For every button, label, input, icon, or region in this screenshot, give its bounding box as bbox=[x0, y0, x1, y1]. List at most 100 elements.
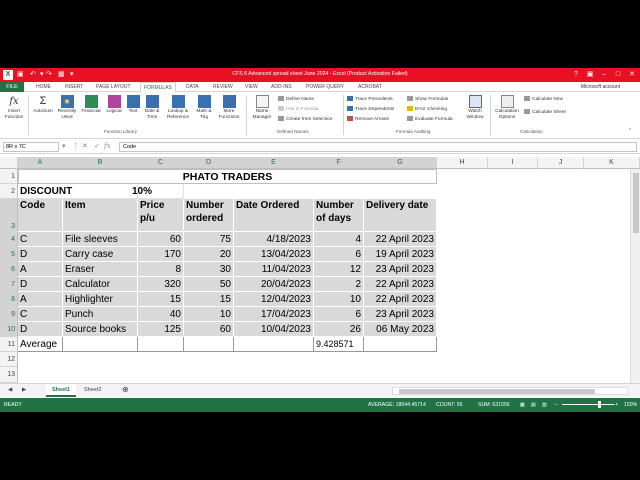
calculation-options-button[interactable]: Calculation Options bbox=[492, 95, 522, 120]
empty-cell[interactable] bbox=[234, 337, 314, 352]
column-header[interactable]: F bbox=[314, 157, 364, 169]
vertical-scrollbar-thumb[interactable] bbox=[633, 173, 639, 233]
zoom-level[interactable]: 150% bbox=[624, 402, 637, 408]
cell-date-ordered[interactable]: 10/04/2023 bbox=[234, 322, 314, 337]
empty-cell[interactable] bbox=[63, 337, 138, 352]
cell-code[interactable]: C bbox=[18, 232, 63, 247]
row-header[interactable]: 13 bbox=[0, 367, 18, 383]
calculate-now-button[interactable]: Calculate Now bbox=[524, 96, 563, 102]
tab-home[interactable]: HOME bbox=[36, 84, 51, 90]
autosum-button[interactable]: Σ AutoSum bbox=[31, 95, 55, 115]
cell-item[interactable]: Calculator bbox=[63, 277, 138, 292]
cell-date-ordered[interactable]: 13/04/2023 bbox=[234, 247, 314, 262]
cell-number-of-days[interactable]: 6 bbox=[314, 247, 364, 262]
date-time-button[interactable]: Date & Time bbox=[142, 95, 162, 120]
column-header[interactable]: E bbox=[234, 157, 314, 169]
cell-date-ordered[interactable]: 11/04/2023 bbox=[234, 262, 314, 277]
cell-number-of-days[interactable]: 10 bbox=[314, 292, 364, 307]
minimize-button[interactable]: – bbox=[598, 69, 610, 81]
tab-add-ins[interactable]: ADD-INS bbox=[271, 84, 292, 90]
select-all-corner[interactable] bbox=[0, 157, 18, 169]
average-label-cell[interactable]: Average bbox=[18, 337, 63, 352]
header-cell-number-of-days[interactable]: Number of days bbox=[314, 199, 364, 232]
namebox-dropdown-icon[interactable]: ▾ bbox=[62, 142, 66, 150]
cell-code[interactable]: C bbox=[18, 307, 63, 322]
row-header[interactable]: 1 bbox=[0, 169, 18, 184]
financial-button[interactable]: Financial bbox=[79, 95, 103, 115]
cell-code[interactable]: D bbox=[18, 277, 63, 292]
maximize-button[interactable]: □ bbox=[612, 69, 624, 81]
remove-arrows-button[interactable]: Remove Arrows bbox=[347, 116, 389, 122]
fx-insert-icon[interactable]: fx bbox=[104, 142, 111, 150]
cell-item[interactable]: Eraser bbox=[63, 262, 138, 277]
cell-number-ordered[interactable]: 50 bbox=[184, 277, 234, 292]
new-sheet-icon[interactable]: ⊕ bbox=[116, 384, 135, 397]
cell-date-ordered[interactable]: 17/04/2023 bbox=[234, 307, 314, 322]
cell-number-ordered[interactable]: 60 bbox=[184, 322, 234, 337]
sheet-title-cell[interactable]: PHATO TRADERS bbox=[18, 169, 437, 184]
row-header[interactable]: 4 bbox=[0, 232, 18, 247]
tab-acrobat[interactable]: ACROBAT bbox=[358, 84, 382, 90]
cell-delivery-date[interactable]: 22 April 2023 bbox=[364, 277, 437, 292]
horizontal-scrollbar-thumb[interactable] bbox=[399, 389, 595, 394]
close-button[interactable]: ✕ bbox=[626, 69, 638, 81]
cell-code[interactable]: A bbox=[18, 292, 63, 307]
row-header[interactable]: 8 bbox=[0, 292, 18, 307]
empty-cell[interactable] bbox=[184, 337, 234, 352]
sheet-tab-sheet2[interactable]: Sheet2 bbox=[78, 384, 107, 397]
cell-delivery-date[interactable]: 23 April 2023 bbox=[364, 262, 437, 277]
zoom-slider[interactable] bbox=[562, 401, 614, 408]
cell-number-ordered[interactable]: 20 bbox=[184, 247, 234, 262]
average-value-cell[interactable]: 9.428571 bbox=[314, 337, 364, 352]
evaluate-formula-button[interactable]: Evaluate Formula bbox=[407, 116, 453, 122]
row-header[interactable]: 5 bbox=[0, 247, 18, 262]
cell-date-ordered[interactable]: 4/18/2023 bbox=[234, 232, 314, 247]
row-header[interactable]: 3 bbox=[0, 199, 18, 232]
header-cell-number-ordered[interactable]: Number ordered bbox=[184, 199, 234, 232]
cell-number-ordered[interactable]: 10 bbox=[184, 307, 234, 322]
cell-date-ordered[interactable]: 12/04/2023 bbox=[234, 292, 314, 307]
cell-delivery-date[interactable]: 23 April 2023 bbox=[364, 307, 437, 322]
ribbon-display-icon[interactable]: ▣ bbox=[584, 69, 596, 81]
header-cell-item[interactable]: Item bbox=[63, 199, 138, 232]
discount-value-cell[interactable]: 10% bbox=[130, 184, 184, 199]
empty-cell[interactable] bbox=[138, 337, 184, 352]
header-cell-code[interactable]: Code bbox=[18, 199, 63, 232]
cell-number-ordered[interactable]: 75 bbox=[184, 232, 234, 247]
row-header[interactable]: 7 bbox=[0, 277, 18, 292]
vertical-scrollbar[interactable] bbox=[630, 169, 640, 383]
cell-number-of-days[interactable]: 6 bbox=[314, 307, 364, 322]
column-header[interactable]: K bbox=[584, 157, 640, 169]
column-header[interactable]: G bbox=[364, 157, 437, 169]
cell-number-ordered[interactable]: 15 bbox=[184, 292, 234, 307]
insert-function-button[interactable]: fx Insert Function bbox=[3, 95, 25, 120]
cell-price[interactable]: 8 bbox=[138, 262, 184, 277]
help-icon[interactable]: ? bbox=[570, 69, 582, 81]
header-cell-delivery-date[interactable]: Delivery date bbox=[364, 199, 437, 232]
name-manager-button[interactable]: Name Manager bbox=[250, 95, 274, 120]
name-box[interactable]: 8R x 7C bbox=[3, 142, 59, 152]
calculate-sheet-button[interactable]: Calculate Sheet bbox=[524, 109, 566, 115]
row-header[interactable]: 2 bbox=[0, 184, 18, 199]
normal-view-icon[interactable]: ▦ bbox=[520, 402, 525, 408]
zoom-slider-thumb[interactable] bbox=[598, 401, 601, 408]
page-layout-view-icon[interactable]: ▤ bbox=[531, 402, 536, 408]
discount-label-cell[interactable]: DISCOUNT bbox=[18, 184, 138, 199]
tab-view[interactable]: VIEW bbox=[245, 84, 258, 90]
tab-insert[interactable]: INSERT bbox=[65, 84, 83, 90]
column-header[interactable]: D bbox=[184, 157, 234, 169]
enter-icon[interactable]: ✓ bbox=[94, 142, 100, 150]
column-header[interactable]: B bbox=[63, 157, 138, 169]
row-header[interactable]: 10 bbox=[0, 322, 18, 337]
cell-delivery-date[interactable]: 22 April 2023 bbox=[364, 232, 437, 247]
cell-code[interactable]: A bbox=[18, 262, 63, 277]
cell-item[interactable]: Highlighter bbox=[63, 292, 138, 307]
column-header[interactable]: A bbox=[18, 157, 63, 169]
row-header[interactable]: 12 bbox=[0, 352, 18, 367]
zoom-in-icon[interactable]: + bbox=[615, 402, 618, 408]
tab-data[interactable]: DATA bbox=[186, 84, 199, 90]
cell-price[interactable]: 320 bbox=[138, 277, 184, 292]
cell-price[interactable]: 15 bbox=[138, 292, 184, 307]
tab-formulas[interactable]: FORMULAS bbox=[140, 82, 176, 93]
cell-code[interactable]: D bbox=[18, 322, 63, 337]
